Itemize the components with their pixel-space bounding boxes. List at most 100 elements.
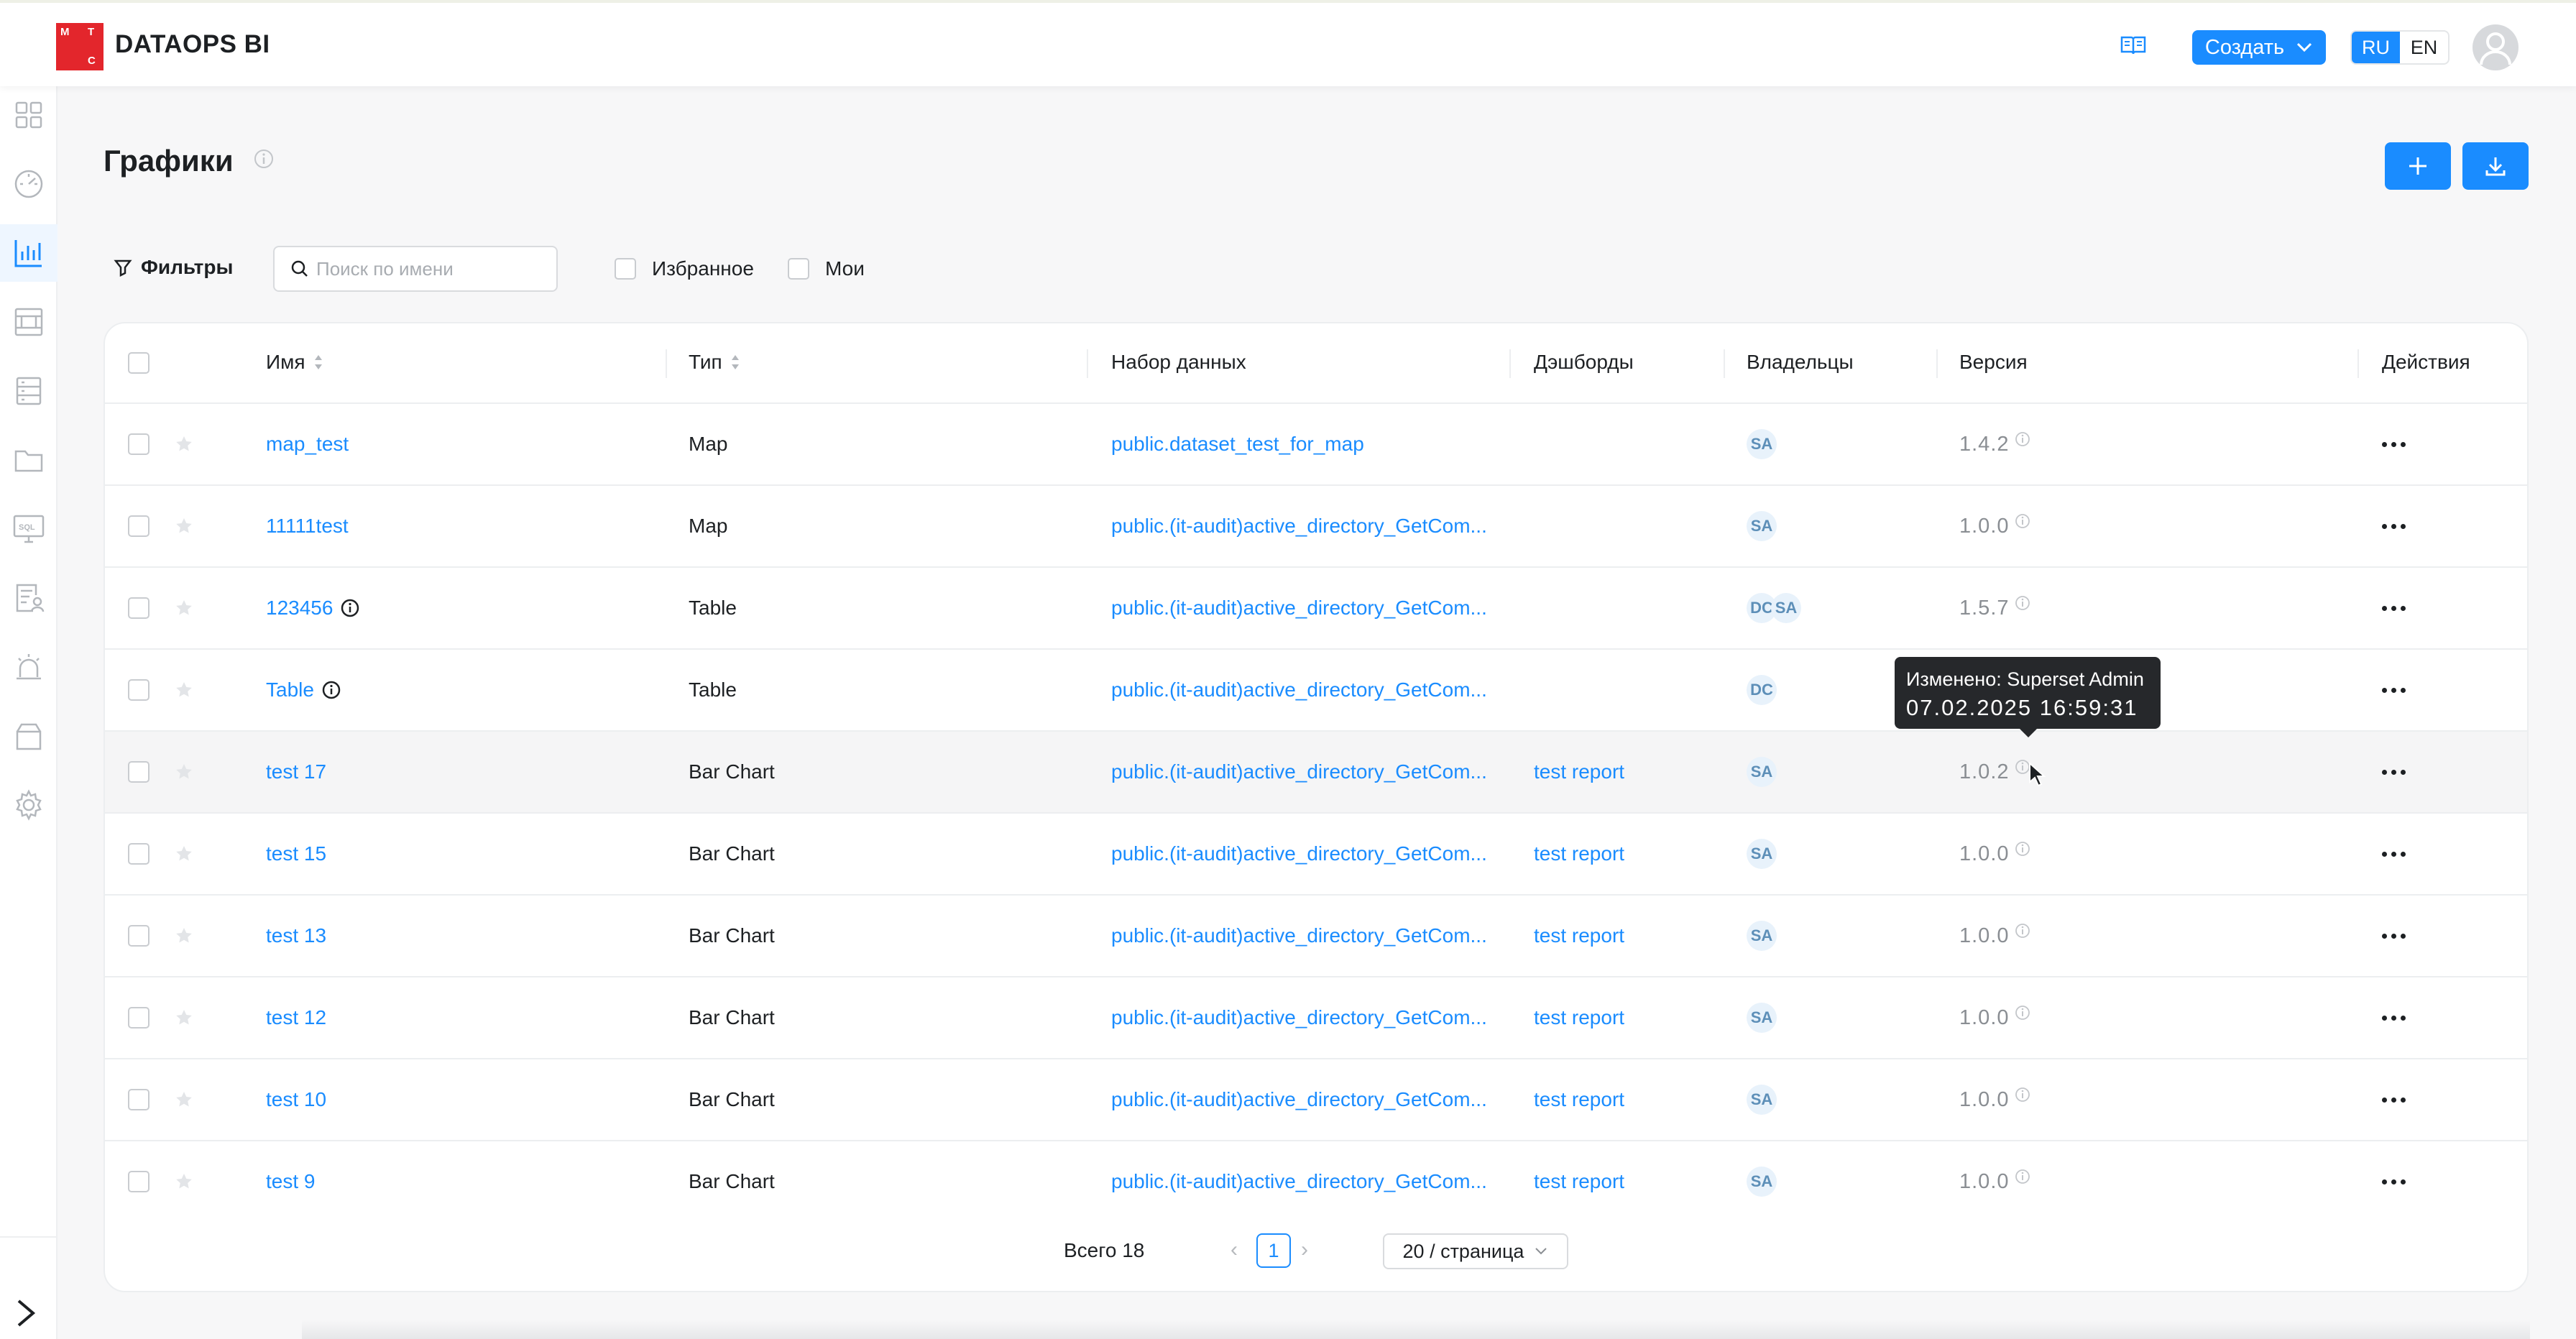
info-icon[interactable]	[340, 598, 360, 618]
more-actions-icon[interactable]	[2382, 441, 2406, 447]
dashboard-link[interactable]: test report	[1534, 732, 1624, 812]
table-row[interactable]: test 12 Bar Chart public.(it-audit)active_…	[105, 977, 2527, 1059]
dashboard-link[interactable]: test report	[1534, 977, 1624, 1058]
chart-name-link[interactable]: test 12	[266, 1006, 326, 1029]
owner-avatar[interactable]: SA	[1747, 839, 1777, 869]
table-row[interactable]: test 13 Bar Chart public.(it-audit)active_…	[105, 896, 2527, 977]
app-title[interactable]: DATAOPS BI	[115, 30, 270, 59]
table-row[interactable]: 123456 Table public.(it-audit)active_direc…	[105, 568, 2527, 650]
more-actions-icon[interactable]	[2382, 1179, 2406, 1184]
owner-avatar[interactable]: SA	[1771, 593, 1801, 623]
star-icon[interactable]	[174, 680, 194, 700]
chart-name-cell[interactable]: map_test	[266, 404, 349, 484]
page-size-select[interactable]: 20 / страница	[1383, 1233, 1568, 1269]
chart-name-cell[interactable]: test 15	[266, 814, 326, 894]
sidebar-item-databases[interactable]	[0, 362, 58, 420]
dataset-link[interactable]: public.(it-audit)active_directory_GetCom…	[1111, 977, 1487, 1058]
dataset-link[interactable]: public.dataset_test_for_map	[1111, 404, 1364, 484]
row-checkbox[interactable]	[128, 1007, 150, 1029]
dashboard-link[interactable]: test report	[1534, 1059, 1624, 1140]
sidebar-item-datasets[interactable]	[0, 293, 58, 351]
sidebar-item-folders[interactable]	[0, 431, 58, 489]
sidebar-item-packages[interactable]	[0, 707, 58, 765]
more-actions-icon[interactable]	[2382, 851, 2406, 857]
more-actions-icon[interactable]	[2382, 1015, 2406, 1021]
chart-name-link[interactable]: 11111test	[266, 515, 349, 538]
favorites-checkbox[interactable]	[615, 258, 636, 280]
table-row[interactable]: 11111test Map public.(it-audit)active_dire…	[105, 486, 2527, 568]
dataset-link[interactable]: public.(it-audit)active_directory_GetCom…	[1111, 568, 1487, 648]
search-input[interactable]	[316, 257, 553, 280]
chart-name-link[interactable]: 123456	[266, 597, 333, 620]
owner-avatar[interactable]: SA	[1747, 511, 1777, 541]
dataset-link[interactable]: public.(it-audit)active_directory_GetCom…	[1111, 1141, 1487, 1222]
owner-avatar[interactable]: SA	[1747, 921, 1777, 951]
chart-name-cell[interactable]: test 10	[266, 1059, 326, 1140]
sort-icon[interactable]	[313, 352, 324, 372]
row-checkbox[interactable]	[128, 515, 150, 537]
chart-name-cell[interactable]: test 9	[266, 1141, 315, 1222]
row-checkbox[interactable]	[128, 1171, 150, 1192]
sidebar-item-alerts[interactable]	[0, 638, 58, 696]
info-icon[interactable]	[2014, 512, 2031, 530]
more-actions-icon[interactable]	[2382, 523, 2406, 529]
dashboard-link[interactable]: test report	[1534, 896, 1624, 976]
owner-avatar[interactable]: DC	[1747, 675, 1777, 705]
info-icon[interactable]	[2014, 1086, 2031, 1103]
dataset-link[interactable]: public.(it-audit)active_directory_GetCom…	[1111, 814, 1487, 894]
create-button[interactable]: Создать	[2192, 30, 2326, 65]
sidebar-item-charts[interactable]	[0, 224, 58, 282]
sidebar-item-settings[interactable]	[0, 776, 58, 834]
row-checkbox[interactable]	[128, 843, 150, 865]
table-row[interactable]: Table Table public.(it-audit)active_direct…	[105, 650, 2527, 732]
more-actions-icon[interactable]	[2382, 933, 2406, 939]
star-icon[interactable]	[174, 434, 194, 454]
owner-avatar[interactable]: SA	[1747, 757, 1777, 787]
import-button[interactable]	[2462, 142, 2529, 190]
dataset-link[interactable]: public.(it-audit)active_directory_GetCom…	[1111, 732, 1487, 812]
star-icon[interactable]	[174, 762, 194, 782]
dataset-link[interactable]: public.(it-audit)active_directory_GetCom…	[1111, 650, 1487, 730]
star-icon[interactable]	[174, 1008, 194, 1028]
star-icon[interactable]	[174, 1172, 194, 1192]
lang-en-button[interactable]: EN	[2400, 32, 2448, 63]
chart-name-cell[interactable]: Table	[266, 650, 341, 730]
info-icon[interactable]	[2014, 594, 2031, 612]
star-icon[interactable]	[174, 1090, 194, 1110]
info-icon[interactable]	[253, 148, 275, 170]
more-actions-icon[interactable]	[2382, 1097, 2406, 1103]
chart-name-link[interactable]: map_test	[266, 433, 349, 456]
chart-name-link[interactable]: test 13	[266, 924, 326, 947]
dataset-link[interactable]: public.(it-audit)active_directory_GetCom…	[1111, 486, 1487, 566]
star-icon[interactable]	[174, 844, 194, 864]
chart-name-cell[interactable]: test 13	[266, 896, 326, 976]
chart-name-cell[interactable]: 123456	[266, 568, 360, 648]
row-checkbox[interactable]	[128, 597, 150, 619]
info-icon[interactable]	[2014, 431, 2031, 448]
star-icon[interactable]	[174, 926, 194, 946]
page-button-current[interactable]: 1	[1256, 1233, 1291, 1268]
row-checkbox[interactable]	[128, 679, 150, 701]
more-actions-icon[interactable]	[2382, 687, 2406, 693]
mts-logo[interactable]: М Т С	[56, 23, 104, 70]
documentation-book-icon[interactable]	[2120, 34, 2146, 56]
next-page-icon[interactable]: ›	[1301, 1238, 1308, 1262]
prev-page-icon[interactable]: ‹	[1230, 1238, 1238, 1262]
dataset-link[interactable]: public.(it-audit)active_directory_GetCom…	[1111, 1059, 1487, 1140]
sidebar-item-sql-lab[interactable]: SQL	[0, 500, 58, 558]
favorites-filter[interactable]: Избранное	[615, 257, 754, 280]
column-header-type[interactable]: Тип	[689, 351, 741, 374]
filters-toggle[interactable]: Фильтры	[114, 256, 233, 279]
table-row[interactable]: test 17 Bar Chart public.(it-audit)active_…	[105, 732, 2527, 814]
sidebar-item-reports[interactable]	[0, 569, 58, 627]
table-row[interactable]: map_test Map public.dataset_test_for_map SA…	[105, 404, 2527, 486]
star-icon[interactable]	[174, 598, 194, 618]
chart-name-cell[interactable]: test 17	[266, 732, 326, 812]
chart-name-link[interactable]: Table	[266, 678, 314, 701]
table-row[interactable]: test 9 Bar Chart public.(it-audit)active_d…	[105, 1141, 2527, 1223]
dataset-link[interactable]: public.(it-audit)active_directory_GetCom…	[1111, 896, 1487, 976]
mine-checkbox[interactable]	[788, 258, 809, 280]
owner-avatar[interactable]: SA	[1747, 429, 1777, 459]
sort-icon[interactable]	[730, 352, 741, 372]
chart-name-link[interactable]: test 10	[266, 1088, 326, 1111]
